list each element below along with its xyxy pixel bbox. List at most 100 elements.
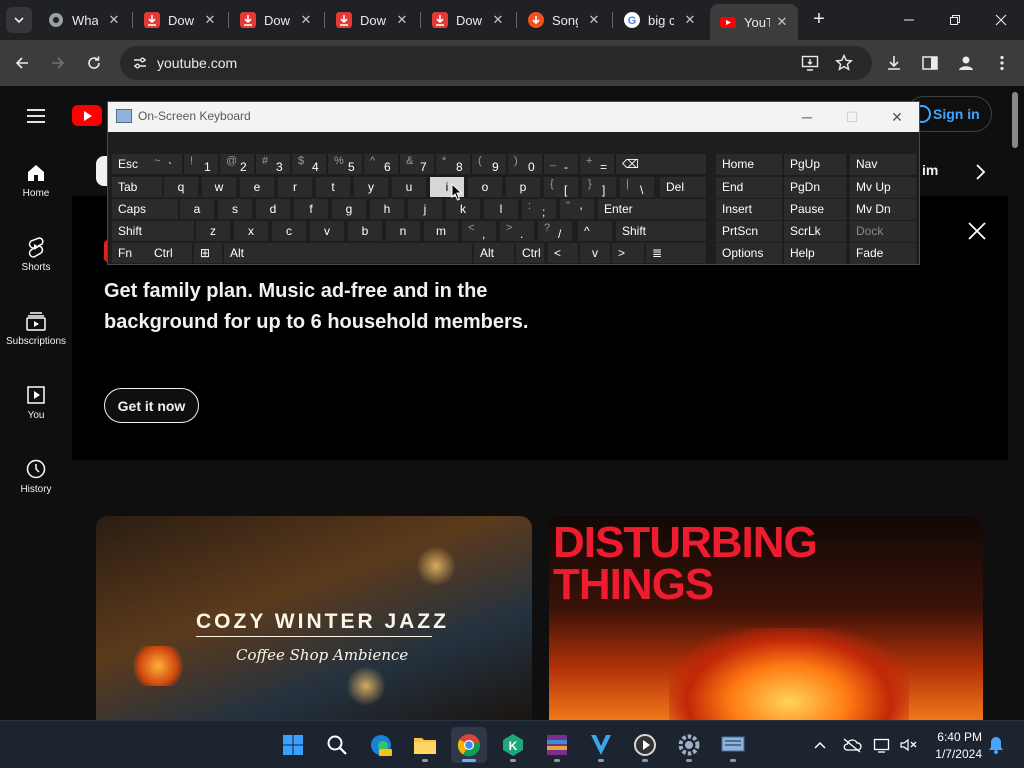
close-tab-icon[interactable]: ✕ <box>490 12 506 28</box>
reload-button[interactable] <box>81 50 107 76</box>
osk-key-k[interactable]: k <box>446 199 480 219</box>
tab-3[interactable]: Dow ✕ <box>230 6 322 34</box>
sidebar-item-subscriptions[interactable]: Subscriptions <box>0 304 72 364</box>
osk-key-symbol[interactable]: " ' <box>560 199 594 219</box>
site-info-icon[interactable] <box>132 55 148 71</box>
osk-key-insert[interactable]: Insert <box>716 199 782 220</box>
osk-key-space[interactable] <box>260 243 472 263</box>
osk-key-shift[interactable]: Shift <box>616 221 706 241</box>
taskbar-app-winrar[interactable] <box>539 727 575 763</box>
osk-key-0[interactable]: ) 0 <box>508 154 542 174</box>
osk-key-tab[interactable]: Tab <box>112 177 162 197</box>
osk-key-v[interactable]: v <box>580 243 610 263</box>
page-scrollbar[interactable] <box>1012 92 1018 148</box>
osk-key-d[interactable]: d <box>256 199 290 219</box>
chrome-menu-button[interactable] <box>989 50 1015 76</box>
tab-4[interactable]: Dow ✕ <box>326 6 418 34</box>
osk-key-n[interactable]: n <box>386 221 420 241</box>
side-panel-button[interactable] <box>917 50 943 76</box>
tab-7[interactable]: G big c ✕ <box>614 6 706 34</box>
osk-key-7[interactable]: & 7 <box>400 154 434 174</box>
bookmark-star-icon[interactable] <box>835 54 853 72</box>
forward-button[interactable] <box>45 50 71 76</box>
osk-key-prtscn[interactable]: PrtScn <box>716 221 782 242</box>
osk-title-bar[interactable]: On-Screen Keyboard ─ ☐ ✕ <box>108 102 919 132</box>
osk-key-1[interactable]: ! 1 <box>184 154 218 174</box>
video-thumbnail-cozy-jazz[interactable]: COZY WINTER JAZZ Coffee Shop Ambience <box>96 516 532 720</box>
close-tab-icon[interactable]: ✕ <box>394 12 410 28</box>
osk-key-pgdn[interactable]: PgDn <box>784 177 846 198</box>
osk-key-e[interactable]: e <box>240 177 274 197</box>
taskbar-app-kaspersky[interactable]: K <box>495 727 531 763</box>
back-button[interactable] <box>9 50 35 76</box>
osk-key-j[interactable]: j <box>408 199 442 219</box>
osk-key-ctrl[interactable]: Ctrl <box>148 243 192 263</box>
tray-overflow-button[interactable] <box>810 735 830 755</box>
sidebar-item-shorts[interactable]: Shorts <box>0 230 72 290</box>
osk-key-symbol[interactable]: > <box>612 243 644 263</box>
osk-key-m[interactable]: m <box>424 221 458 241</box>
osk-key-symbol[interactable]: < <box>548 243 578 263</box>
osk-key-symbol[interactable]: _ - <box>544 154 578 174</box>
osk-key-symbol[interactable]: ≣ <box>646 243 706 263</box>
tray-volume[interactable] <box>899 735 919 755</box>
osk-key-pgup[interactable]: PgUp <box>784 154 846 175</box>
osk-key-v[interactable]: v <box>310 221 344 241</box>
address-bar[interactable]: youtube.com <box>120 46 872 80</box>
osk-key-6[interactable]: ^ 6 <box>364 154 398 174</box>
osk-key-q[interactable]: q <box>164 177 198 197</box>
sidebar-item-you[interactable]: You <box>0 378 72 438</box>
get-it-now-button[interactable]: Get it now <box>104 388 199 423</box>
osk-key-z[interactable]: z <box>196 221 230 241</box>
osk-key-c[interactable]: c <box>272 221 306 241</box>
install-app-icon[interactable] <box>801 54 819 72</box>
filter-chip-label[interactable]: im <box>922 162 938 178</box>
new-tab-button[interactable]: + <box>808 9 830 31</box>
taskbar-app-file-explorer[interactable] <box>407 727 443 763</box>
osk-key-home[interactable]: Home <box>716 154 782 175</box>
taskbar-app-chrome[interactable] <box>451 727 487 763</box>
osk-key-caps[interactable]: Caps <box>112 199 178 219</box>
osk-key-pause[interactable]: Pause <box>784 199 846 220</box>
osk-key-h[interactable]: h <box>370 199 404 219</box>
taskbar-app-start[interactable] <box>275 727 311 763</box>
notifications-button[interactable] <box>986 735 1006 755</box>
sidebar-item-home[interactable]: Home <box>0 156 72 216</box>
osk-key-options[interactable]: Options <box>716 243 782 264</box>
osk-key-b[interactable]: b <box>348 221 382 241</box>
taskbar-app-media-player[interactable] <box>627 727 663 763</box>
osk-key-symbol[interactable]: >. <box>500 221 534 241</box>
close-window-button[interactable] <box>978 0 1024 40</box>
close-tab-icon[interactable]: ✕ <box>586 12 602 28</box>
osk-key-u[interactable]: u <box>392 177 426 197</box>
osk-key-f[interactable]: f <box>294 199 328 219</box>
sidebar-item-history[interactable]: History <box>0 452 72 512</box>
osk-key-p[interactable]: p <box>506 177 540 197</box>
osk-key-5[interactable]: % 5 <box>328 154 362 174</box>
chevron-right-icon[interactable] <box>970 160 990 184</box>
tab-2[interactable]: Dow ✕ <box>134 6 226 34</box>
osk-key-symbol[interactable]: ⊞ <box>194 243 222 263</box>
tab-8-active[interactable]: YouT ✕ <box>710 4 798 40</box>
osk-key-enter[interactable]: Enter <box>598 199 706 219</box>
close-tab-icon[interactable]: ✕ <box>682 12 698 28</box>
osk-key-del[interactable]: Del <box>660 177 706 197</box>
taskbar-app-editor[interactable] <box>583 727 619 763</box>
osk-key-esc[interactable]: Esc <box>112 154 148 174</box>
close-tab-icon[interactable]: ✕ <box>202 12 218 28</box>
osk-key-scrlk[interactable]: ScrLk <box>784 221 846 242</box>
tab-1[interactable]: Wha ✕ <box>38 6 130 34</box>
clock-date[interactable]: 1/7/2024 <box>926 747 982 761</box>
osk-key-mv-up[interactable]: Mv Up <box>850 177 916 198</box>
osk-key-end[interactable]: End <box>716 177 782 198</box>
profile-button[interactable] <box>953 50 979 76</box>
osk-key-3[interactable]: #3 <box>256 154 290 174</box>
taskbar-app-osk[interactable] <box>715 727 751 763</box>
tab-6[interactable]: Song ✕ <box>518 6 610 34</box>
osk-key-4[interactable]: $4 <box>292 154 326 174</box>
clock-time[interactable]: 6:40 PM <box>936 730 982 744</box>
taskbar-app-search[interactable] <box>319 727 355 763</box>
osk-key-symbol[interactable]: + = <box>580 154 614 174</box>
osk-key-fn[interactable]: Fn <box>112 243 148 263</box>
restore-button[interactable] <box>932 0 978 40</box>
